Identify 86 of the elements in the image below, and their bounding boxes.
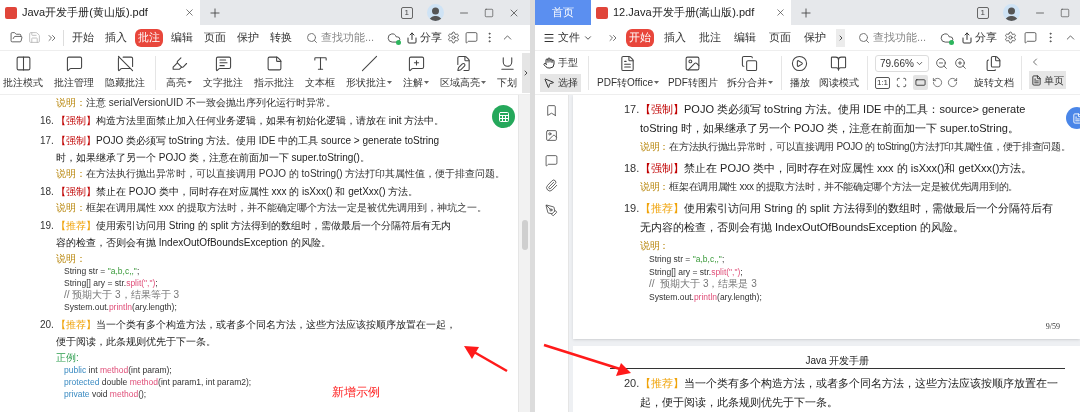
toolbar-button[interactable]: 旋转文档 <box>973 55 1014 90</box>
code-line: private void method(); <box>64 388 147 400</box>
page-header: Java 开发手册 <box>805 355 870 367</box>
toolbar-button[interactable]: 指示批注 <box>253 55 295 90</box>
rule-number: 17. <box>624 102 640 117</box>
mode-button[interactable]: 选择 <box>540 73 581 92</box>
file-menu[interactable]: 文件 <box>543 29 593 46</box>
code-line: String[] ary = str.split(","); <box>649 265 743 278</box>
mode-button[interactable]: 手型 <box>540 53 581 72</box>
toolbar-button[interactable]: PDF转图片 <box>666 55 719 90</box>
rule-number: 20. <box>624 376 640 391</box>
note-text: 说明：注意 serialVersionUID 不一致会抛出序列化运行时异常。 <box>56 96 338 109</box>
tab-title: 12.Java开发手册(嵩山版).pdf <box>613 5 756 21</box>
note-text: 说明：框架在调用属性 xxx 的提取方法时，并不能确定哪个方法一定是被优先调用到，神坑之一。 <box>56 201 488 214</box>
note-text: 说明：在方法执行抛出异常时，可以直接调用 POJO 的 toString()方法打印其属性值，便于排查问题。 <box>640 140 1072 154</box>
page-number: 9/59 <box>1045 321 1060 333</box>
rule-number: 19. <box>624 201 640 216</box>
code-line: System.out.println(ary.length); <box>649 290 762 303</box>
ribbon-tab[interactable]: 开始 <box>69 28 97 47</box>
rule-number: 18. <box>624 161 640 176</box>
share-button[interactable]: 分享 <box>961 29 998 46</box>
toolbar-button[interactable]: 批注模式 <box>2 55 44 90</box>
rule-text: 【推荐】当一个类有多个构造方法，或者多个同名方法，这些方法应该按顺序放置在一起，便于阅读，此条规则优先于下一条。 <box>56 318 456 349</box>
toolbar-button[interactable]: 阅读模式 <box>817 55 860 90</box>
toolbar-button[interactable]: 区域高亮 <box>439 55 487 90</box>
ribbon-tab[interactable]: 转换 <box>267 28 295 47</box>
document-tab[interactable]: Java开发手册(黄山版).pdf <box>0 0 200 25</box>
rule-text: 【强制】禁止在 POJO 类中，同时存在对应属性 xxx 的 isXxx() 和 getXxx() 方法。 <box>56 185 420 199</box>
note-text: 说明：框架在调用属性 xxx 的提取方法时，并不能确定哪个方法一定是被优先调用到的。 <box>640 180 1019 194</box>
actual-size-button[interactable]: 1:1 <box>874 76 891 89</box>
ribbon-tab[interactable]: 保护 <box>234 28 262 47</box>
tab-title: Java开发手册(黄山版).pdf <box>22 5 149 21</box>
note-label: 说明： <box>56 252 87 265</box>
toolbar-button[interactable]: PDF转Office <box>596 55 660 90</box>
rule-text: 【强制】禁止在 POJO 类中，同时存在对应属性 xxx 的 isXxx()和 getXxx()方法。 <box>640 161 1034 176</box>
code-line: // 预期大于 3，结果是 3 <box>649 278 757 291</box>
ribbon-tab[interactable]: 批注 <box>696 28 724 47</box>
toolbar-button[interactable]: 隐藏批注 <box>104 55 146 90</box>
code-line: String str = "a,b,c,,"; <box>649 253 725 266</box>
rule-text: 【推荐】使用索引访问用 String 的 split 方法得到的数组时，需做最后一个分隔符后有无内容的检查，否则会有抛 IndexOutOfBoundsException 的风险。 <box>56 219 453 250</box>
single-page-button[interactable]: 单页 <box>1028 71 1066 89</box>
ribbon-tab[interactable]: 保护 <box>801 28 829 47</box>
toolbar-button[interactable]: 高亮 <box>165 55 193 90</box>
ribbon-tab[interactable]: 插入 <box>102 28 130 47</box>
note-label: 正例: <box>56 351 80 364</box>
toolbar-button[interactable]: 下划 <box>496 55 518 90</box>
rule-text: 【推荐】使用索引访问用 String 的 split 方法得到的数组时，需做最后一个分隔符后有无内容的检查，否则会有抛 IndexOutOfBoundsException 的风险。 <box>640 201 1054 235</box>
code-line: System.out.println(ary.length); <box>64 301 177 313</box>
rule-number: 19. <box>40 219 55 233</box>
toolbar-button[interactable]: 拆分合并 <box>725 55 774 90</box>
toolbar-button[interactable]: 文本框 <box>304 55 336 90</box>
annotation-label: 新增示例 <box>332 384 380 401</box>
toolbar-button[interactable]: 注解 <box>402 55 430 90</box>
ribbon-tab[interactable]: 批注 <box>135 28 163 47</box>
share-button[interactable]: 分享 <box>406 29 442 46</box>
note-text: 说明：在方法执行抛出异常时，可以直接调用 POJO 的 toString() 方法打印其属性值，便于排查问题。 <box>56 167 506 180</box>
toolbar-button[interactable]: 形状批注 <box>345 55 393 90</box>
search-field[interactable]: 查找功能... <box>306 29 375 46</box>
ribbon-tab[interactable]: 页面 <box>766 28 794 47</box>
rule-number: 18. <box>40 185 55 199</box>
toolbar-button[interactable]: 批注管理 <box>53 55 95 90</box>
code-line: protected double method(int param1, int param2); <box>64 376 252 388</box>
ribbon-tab[interactable]: 插入 <box>661 28 689 47</box>
zoom-field[interactable]: 79.66% <box>874 55 929 72</box>
rule-text: 【强制】POJO 类必须写 toString 方法。使用 IDE 中的工具：source> generate toString 时，如果继承了另一个 POJO 类，注意在前面加一下 super.toString。 <box>640 102 1027 136</box>
rule-text: 【强制】构造方法里面禁止加入任何业务逻辑，如果有初始化逻辑，请放在 init 方法中。 <box>56 114 446 128</box>
rule-text: 【推荐】当一个类有多个构造方法，或者多个同名方法，这些方法应该按顺序放置在一起，便于阅读，此条规则优先于下一条。 <box>640 376 1058 410</box>
ribbon-tab[interactable]: 开始 <box>626 28 654 47</box>
rule-text: 【强制】POJO 类必须写 toString 方法。使用 IDE 中的工具 source > generate toString 时，如果继承了另一个 POJO 类，注意在前面加一下 super.toString()。 <box>56 134 441 165</box>
ribbon-tab[interactable]: 编辑 <box>731 28 759 47</box>
toolbar-button[interactable]: 文字批注 <box>202 55 244 90</box>
code-line: String str = "a,b,c,,"; <box>64 265 140 277</box>
page-count-badge[interactable]: 1 <box>976 6 989 19</box>
code-line: public int method(int param); <box>64 364 172 376</box>
page-count-badge[interactable]: 1 <box>400 6 413 19</box>
rule-number: 20. <box>40 318 55 332</box>
note-label: 说明： <box>640 239 671 253</box>
ribbon-tab[interactable]: 页面 <box>201 28 229 47</box>
search-field[interactable]: 查找功能... <box>858 29 927 46</box>
rule-number: 17. <box>40 134 55 148</box>
ribbon-tab[interactable]: 编辑 <box>168 28 196 47</box>
document-tab[interactable]: 12.Java开发手册(嵩山版).pdf <box>591 0 791 25</box>
toolbar-button[interactable]: 播放 <box>788 55 811 90</box>
rule-number: 16. <box>40 114 55 128</box>
code-line: // 预期大于 3，结果等于 3 <box>64 289 179 301</box>
code-line: String[] ary = str.split(","); <box>64 277 158 289</box>
